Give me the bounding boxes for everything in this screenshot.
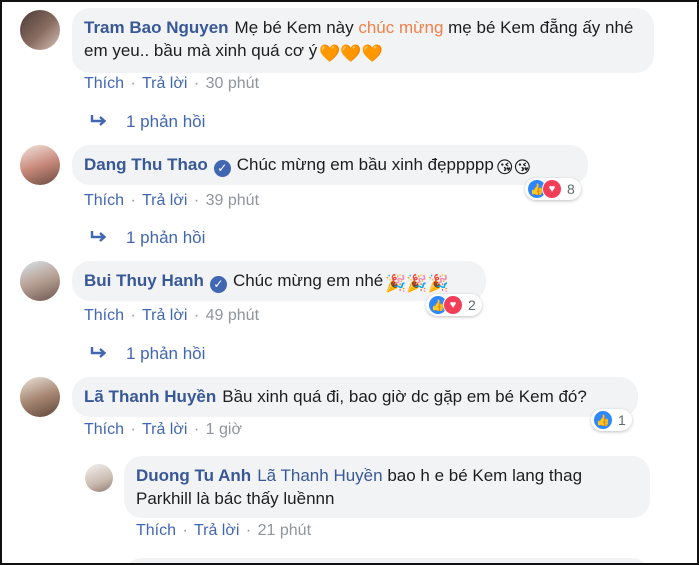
separator: · (130, 421, 136, 438)
separator: · (193, 421, 200, 438)
reply-bubble: Duong Tu Anh Lã Thanh Huyền bao h e bé Ke… (124, 456, 650, 518)
reaction-count: 8 (567, 181, 575, 197)
separator: · (193, 75, 200, 92)
avatar[interactable] (85, 464, 113, 492)
separator: · (193, 307, 200, 324)
timestamp[interactable]: 30 phút (206, 75, 259, 92)
comment-actions: Thích · Trả lời · 30 phút (84, 75, 261, 93)
reply-link[interactable]: Trả lời (142, 421, 187, 438)
comment-author[interactable]: Tram Bao Nguyen (84, 18, 229, 37)
comment-text: Mẹ bé Kem này (234, 18, 359, 37)
love-reaction-icon: ♥ (542, 179, 562, 199)
comment-bubble: Tram Bao Nguyen Mẹ bé Kem này chúc mừng m… (72, 8, 654, 73)
separator: · (130, 75, 136, 92)
comment-actions: Thích · Trả lời · 49 phút (84, 307, 261, 325)
comment-actions: Thích · Trả lời · 1 giờ (84, 421, 244, 439)
like-link[interactable]: Thích (84, 307, 124, 324)
reply-link[interactable]: Trả lời (142, 192, 187, 209)
avatar[interactable] (20, 10, 60, 50)
reaction-count: 1 (618, 412, 626, 428)
party-popper-emoji-icon: 🎉🎉🎉 (385, 274, 449, 293)
like-link[interactable]: Thích (136, 522, 176, 539)
like-link[interactable]: Thích (84, 192, 124, 209)
view-replies-link[interactable]: 1 phản hồi (90, 228, 205, 248)
comment-author[interactable]: Lã Thanh Huyền (84, 387, 216, 406)
comment-actions: Thích · Trả lời · 21 phút (136, 522, 313, 540)
view-replies-link[interactable]: 1 phản hồi (90, 344, 205, 364)
love-reaction-icon: ♥ (443, 295, 463, 315)
separator: · (245, 522, 252, 539)
verified-badge-icon: ✓ (209, 276, 227, 293)
separator: · (130, 192, 136, 209)
like-link[interactable]: Thích (84, 421, 124, 438)
reaction-count: 2 (468, 297, 476, 313)
avatar[interactable] (20, 377, 60, 417)
separator: · (193, 192, 200, 209)
comment-bubble: Bui Thuy Hanh ✓ Chúc mừng em nhé 🎉🎉🎉 (72, 261, 486, 301)
reply-link[interactable]: Trả lời (194, 522, 239, 539)
verified-badge-icon: ✓ (213, 160, 231, 177)
reply-link[interactable]: Trả lời (142, 75, 187, 92)
comment-author[interactable]: Dang Thu Thao (84, 155, 208, 174)
separator: · (130, 307, 136, 324)
timestamp[interactable]: 1 giờ (206, 421, 242, 438)
view-replies-link[interactable]: 1 phản hồi (90, 112, 205, 132)
reply-link[interactable]: Trả lời (142, 307, 187, 324)
comment-bubble: Dang Thu Thao ✓ Chúc mừng em bầu xinh đẹpp… (72, 145, 588, 185)
comment-actions: Thích · Trả lời · 39 phút (84, 192, 261, 210)
avatar[interactable] (20, 261, 60, 301)
comment-thread: Tram Bao Nguyen Mẹ bé Kem này chúc mừng m… (0, 0, 699, 565)
reaction-summary[interactable]: 👍 ♥ 2 (426, 294, 482, 316)
comment-text: Chúc mừng em bầu xinh đẹppppp (236, 155, 494, 174)
heart-emoji-icon: 🧡🧡🧡 (319, 44, 383, 63)
timestamp[interactable]: 49 phút (206, 307, 259, 324)
reply-arrow-icon (90, 228, 108, 248)
comment-bubble: Lã Thanh Huyền Bầu xinh quá đi, bao giờ d… (72, 377, 638, 417)
kiss-emoji-icon: 😘😘 (495, 158, 532, 177)
reaction-summary[interactable]: 👍 1 (591, 409, 632, 431)
mentioned-user-link[interactable]: Lã Thanh Huyền (257, 466, 382, 485)
comment-text: Chúc mừng em nhé (232, 271, 384, 290)
separator: · (182, 522, 188, 539)
replies-count-label[interactable]: 1 phản hồi (126, 344, 205, 363)
comment-text: Bầu xinh quá đi, bao giờ dc gặp em bé Ke… (222, 387, 587, 406)
next-reply-bubble (124, 558, 650, 563)
reply-arrow-icon (90, 344, 108, 364)
reply-arrow-icon (90, 112, 108, 132)
timestamp[interactable]: 21 phút (258, 522, 311, 539)
like-reaction-icon: 👍 (593, 410, 613, 430)
like-link[interactable]: Thích (84, 75, 124, 92)
comment-author[interactable]: Bui Thuy Hanh (84, 271, 204, 290)
replies-count-label[interactable]: 1 phản hồi (126, 228, 205, 247)
comment-author[interactable]: Duong Tu Anh (136, 466, 251, 485)
reaction-summary[interactable]: 👍 ♥ 8 (525, 178, 581, 200)
avatar[interactable] (20, 145, 60, 185)
timestamp[interactable]: 39 phút (206, 192, 259, 209)
highlighted-text: chúc mừng (358, 18, 444, 37)
replies-count-label[interactable]: 1 phản hồi (126, 112, 205, 131)
